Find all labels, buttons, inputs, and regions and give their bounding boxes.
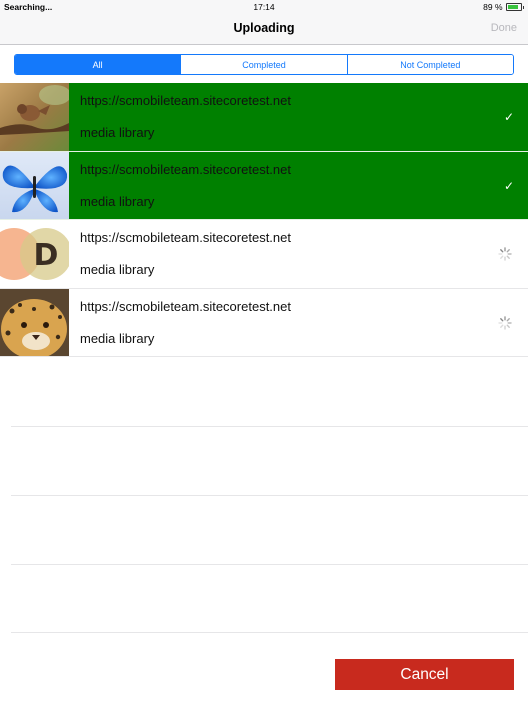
empty-row-separator [11, 564, 528, 565]
upload-url: https://scmobileteam.sitecoretest.net [80, 161, 291, 177]
page-title: Uploading [233, 21, 295, 35]
battery-percent: 89 % [483, 2, 503, 12]
upload-row[interactable]: https://scmobileteam.sitecoretest.net me… [0, 288, 528, 357]
status-bar: Searching... 17:14 89 % [0, 0, 528, 13]
bird-thumbnail [0, 83, 69, 151]
upload-url: https://scmobileteam.sitecoretest.net [80, 298, 291, 314]
empty-row-separator [11, 495, 528, 496]
tab-all[interactable]: All [15, 55, 182, 74]
done-button[interactable]: Done [491, 22, 517, 34]
cancel-button[interactable]: Cancel [335, 659, 514, 690]
upload-destination: media library [80, 262, 155, 277]
empty-row-separator [11, 426, 528, 427]
navigation-bar: Uploading Done [0, 13, 528, 45]
check-icon: ✓ [503, 178, 514, 193]
upload-row[interactable]: https://scmobileteam.sitecoretest.net me… [0, 83, 528, 152]
empty-row-separator [11, 632, 528, 633]
leopard-thumbnail [0, 288, 69, 356]
activity-spinner-icon [498, 315, 512, 330]
tab-completed[interactable]: Completed [181, 55, 348, 74]
upload-list: https://scmobileteam.sitecoretest.net me… [0, 83, 528, 357]
upload-url: https://scmobileteam.sitecoretest.net [80, 230, 291, 245]
battery-tip [522, 5, 524, 9]
battery-status: 89 % [483, 2, 524, 12]
upload-destination: media library [80, 193, 155, 209]
upload-destination: media library [80, 330, 155, 346]
activity-spinner-icon [498, 247, 512, 261]
thumbnail-letter: D [34, 238, 59, 273]
battery-icon [505, 3, 522, 11]
filter-segmented-control: All Completed Not Completed [14, 54, 514, 75]
upload-destination: media library [80, 125, 155, 140]
tab-not-completed[interactable]: Not Completed [347, 55, 513, 74]
upload-url: https://scmobileteam.sitecoretest.net [80, 93, 291, 108]
upload-row[interactable]: https://scmobileteam.sitecoretest.net me… [0, 151, 528, 220]
check-icon: ✓ [503, 110, 514, 124]
circles-logo-thumbnail: D [0, 220, 69, 288]
clock: 17:14 [253, 2, 275, 12]
upload-row[interactable]: D https://scmobileteam.sitecoretest.net … [0, 220, 528, 289]
butterfly-thumbnail [0, 151, 69, 219]
